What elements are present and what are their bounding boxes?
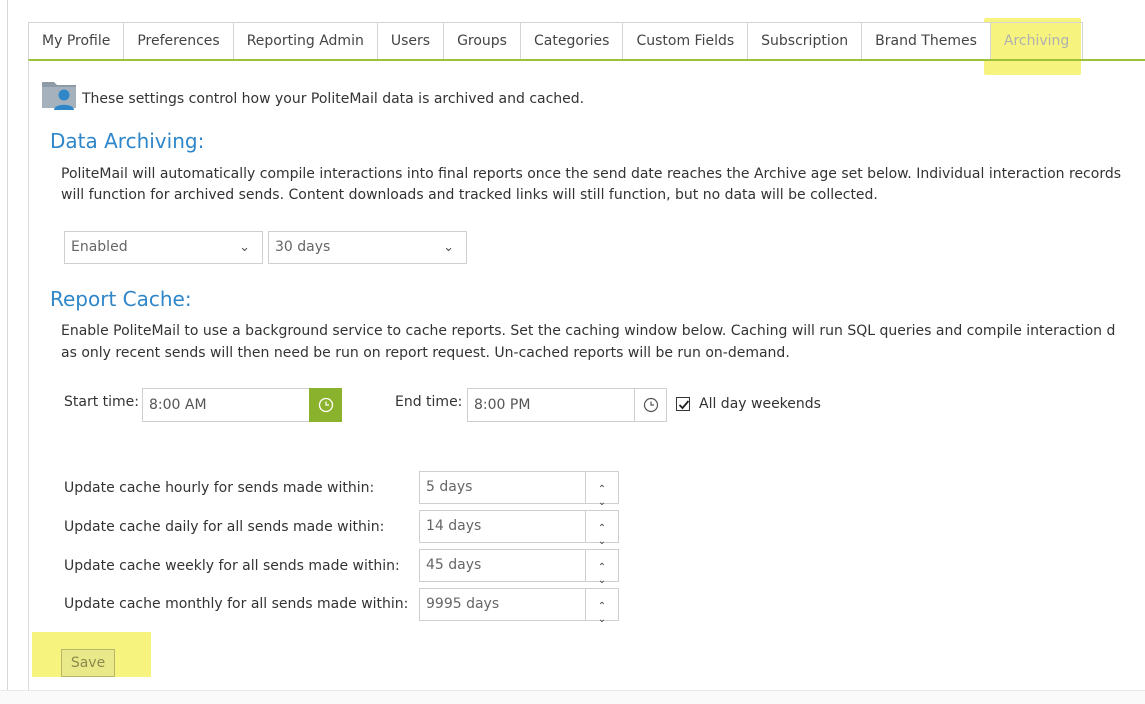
- stepper-buttons: ⌃ ⌄: [585, 511, 618, 547]
- end-time-clock-button[interactable]: [634, 388, 667, 422]
- tab-content-left-border: [28, 60, 29, 690]
- tab-groups[interactable]: Groups: [443, 22, 521, 59]
- monthly-cache-label: Update cache monthly for all sends made …: [64, 596, 409, 612]
- hourly-cache-value: 5 days: [426, 479, 473, 495]
- clock-icon: [318, 397, 333, 413]
- archive-age-value: 30 days: [275, 239, 331, 255]
- chevron-down-icon: ⌄: [239, 240, 250, 255]
- cache-heading: Report Cache:: [50, 287, 192, 311]
- clock-icon: [643, 397, 658, 413]
- daily-cache-value: 14 days: [426, 518, 482, 534]
- end-time-input[interactable]: 8:00 PM: [467, 388, 635, 422]
- tab-reporting-admin[interactable]: Reporting Admin: [232, 22, 378, 59]
- tab-brand-themes[interactable]: Brand Themes: [861, 22, 991, 59]
- weekly-cache-label: Update cache weekly for all sends made w…: [64, 558, 400, 574]
- archiving-desc-line1: PoliteMail will automatically compile in…: [61, 166, 1122, 182]
- intro-text: These settings control how your PoliteMa…: [82, 91, 585, 107]
- save-button[interactable]: Save: [61, 649, 115, 677]
- tab-content-top-border: [28, 59, 1145, 61]
- tab-subscription[interactable]: Subscription: [747, 22, 863, 59]
- monthly-cache-value: 9995 days: [426, 596, 500, 612]
- stepper-buttons: ⌃ ⌄: [585, 472, 618, 508]
- tab-categories[interactable]: Categories: [519, 22, 624, 59]
- tab-archiving[interactable]: Archiving: [989, 22, 1084, 59]
- hourly-cache-label: Update cache hourly for sends made withi…: [64, 480, 375, 496]
- chevron-down-icon: ⌄: [443, 240, 454, 255]
- cache-desc-line2: as only recent sends will then need be r…: [61, 345, 790, 361]
- archiving-heading: Data Archiving:: [50, 129, 205, 153]
- weekly-cache-stepper[interactable]: 45 days ⌃ ⌄: [419, 549, 619, 586]
- daily-cache-label: Update cache daily for all sends made wi…: [64, 519, 385, 535]
- start-time-clock-button[interactable]: [309, 388, 342, 422]
- hourly-cache-stepper[interactable]: 5 days ⌃ ⌄: [419, 471, 619, 508]
- all-day-weekends-checkbox[interactable]: [676, 397, 690, 411]
- folder-user-icon: [41, 78, 79, 112]
- settings-tabs: My Profile Preferences Reporting Admin U…: [28, 22, 1084, 60]
- daily-cache-stepper[interactable]: 14 days ⌃ ⌄: [419, 510, 619, 547]
- archive-age-select[interactable]: 30 days ⌄: [268, 231, 467, 264]
- all-day-weekends-label: All day weekends: [699, 396, 821, 412]
- stepper-buttons: ⌃ ⌄: [585, 550, 618, 586]
- archiving-status-select[interactable]: Enabled ⌄: [64, 231, 263, 264]
- end-time-label: End time:: [395, 394, 463, 410]
- tab-my-profile[interactable]: My Profile: [28, 22, 125, 59]
- checkmark-icon: [678, 400, 690, 410]
- cache-desc-line1: Enable PoliteMail to use a background se…: [61, 323, 1116, 339]
- archiving-status-value: Enabled: [71, 239, 128, 255]
- monthly-cache-stepper[interactable]: 9995 days ⌃ ⌄: [419, 588, 619, 625]
- chevron-down-icon[interactable]: ⌄: [586, 604, 618, 635]
- weekly-cache-value: 45 days: [426, 557, 482, 573]
- start-time-input[interactable]: 8:00 AM: [142, 388, 310, 422]
- window-bottom-edge: [0, 690, 1145, 704]
- tab-custom-fields[interactable]: Custom Fields: [622, 22, 749, 59]
- tab-users[interactable]: Users: [376, 22, 445, 59]
- window-left-border: [7, 0, 8, 703]
- archiving-desc-line2: will function for archived sends. Conten…: [61, 187, 878, 203]
- tab-preferences[interactable]: Preferences: [123, 22, 234, 59]
- stepper-buttons: ⌃ ⌄: [585, 589, 618, 625]
- start-time-label: Start time:: [64, 394, 139, 410]
